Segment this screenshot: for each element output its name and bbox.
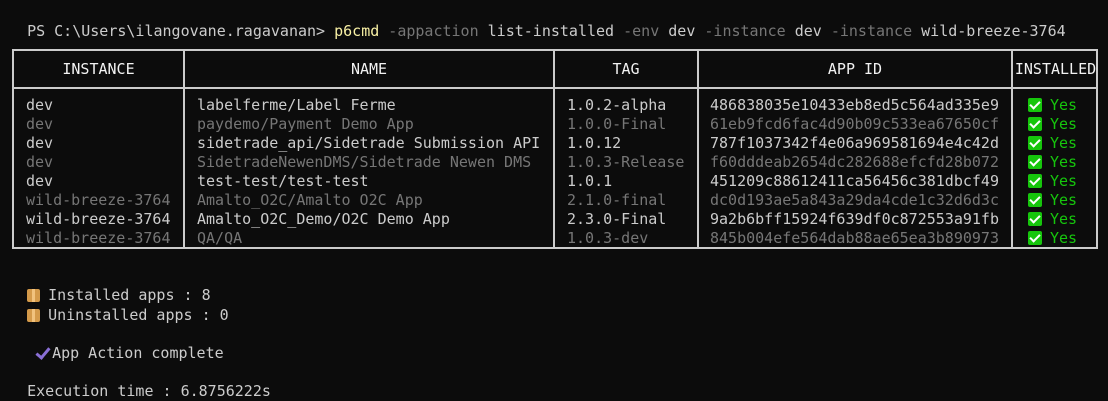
installed-apps-summary: Installed apps : 8 <box>9 265 211 304</box>
cell-app-id: f60dddeab2654dc282688efcfd28b072 <box>710 153 999 171</box>
table-row: dev paydemo/Payment Demo App 1.0.0-Final 61… <box>14 115 1096 134</box>
cell-app-id: 845b004efe564dab88ae65ea3b890973 <box>710 229 999 247</box>
execution-time-text: Execution time : 6.8756222s <box>27 382 271 400</box>
cell-name: test-test/test-test <box>197 172 369 190</box>
table-row: wild-breeze-3764 Amalto_O2C/Amalto O2C Ap… <box>14 191 1096 210</box>
cell-name: SidetradeNewenDMS/Sidetrade Newen DMS <box>197 153 532 171</box>
cell-instance: wild-breeze-3764 <box>26 229 171 247</box>
header-divider <box>14 87 1096 89</box>
cell-tag: 1.0.12 <box>567 134 622 152</box>
check-box-icon <box>1028 98 1042 112</box>
command-flag: -instance <box>821 22 922 40</box>
installed-value: Yes <box>1050 115 1078 133</box>
table-row: wild-breeze-3764 QA/QA 1.0.3-dev 845b004efe… <box>14 229 1096 248</box>
command-flag: -instance <box>695 22 795 40</box>
table-row: dev test-test/test-test 1.0.1 451209c886124… <box>14 172 1096 191</box>
installed-value: Yes <box>1050 96 1078 114</box>
header-tag: TAG <box>612 60 640 78</box>
cell-app-id: 486838035e10433eb8ed5c564ad335e9 <box>710 96 999 114</box>
command-flag: -env <box>614 22 669 40</box>
table-row: wild-breeze-3764 Amalto_O2C_Demo/O2C Demo… <box>14 210 1096 229</box>
check-box-icon <box>1028 174 1042 188</box>
command-line[interactable]: PS C:\Users\ilangovane.ragavanan> p6cmd … <box>9 1 1066 40</box>
cell-instance: dev <box>26 172 54 190</box>
cell-tag: 1.0.3-Release <box>567 153 685 171</box>
cell-instance: wild-breeze-3764 <box>26 191 171 209</box>
action-status-text: App Action complete <box>52 344 224 362</box>
cell-instance: dev <box>26 153 54 171</box>
cell-name: paydemo/Payment Demo App <box>197 115 414 133</box>
cell-installed: Yes <box>1028 115 1096 134</box>
cell-instance: dev <box>26 115 54 133</box>
cell-installed: Yes <box>1028 134 1096 153</box>
cell-app-id: 451209c88612411ca56456c381dbcf49 <box>710 172 999 190</box>
cell-name: labelferme/Label Ferme <box>197 96 396 114</box>
check-box-icon <box>1028 117 1042 131</box>
cell-name: Amalto_O2C/Amalto O2C App <box>197 191 423 209</box>
command-value: dev <box>794 22 822 40</box>
command-name: p6cmd <box>334 22 380 40</box>
installed-value: Yes <box>1050 229 1078 247</box>
cell-tag: 1.0.2-alpha <box>567 96 667 114</box>
package-icon <box>27 309 41 322</box>
check-box-icon <box>1028 212 1042 226</box>
cell-installed: Yes <box>1028 210 1096 229</box>
cell-name: Amalto_O2C_Demo/O2C Demo App <box>197 210 450 228</box>
installed-value: Yes <box>1050 210 1078 228</box>
cell-name: QA/QA <box>197 229 243 247</box>
installed-apps-table: INSTANCE NAME TAG APP ID INSTALLED dev la… <box>12 49 1098 249</box>
check-box-icon <box>1028 136 1042 150</box>
table-row: dev labelferme/Label Ferme 1.0.2-alpha 4868… <box>14 96 1096 115</box>
cell-instance: dev <box>26 134 54 152</box>
cell-app-id: 61eb9fcd6fac4d90b09c533ea67650cf <box>710 115 999 133</box>
installed-value: Yes <box>1050 134 1078 152</box>
header-name: NAME <box>350 60 388 78</box>
command-value: wild-breeze-3764 <box>921 22 1066 40</box>
cell-app-id: dc0d193ae5a843a29da4cde1c32d6d3c <box>710 191 999 209</box>
header-app-id: APP ID <box>827 60 883 78</box>
installed-value: Yes <box>1050 153 1078 171</box>
prompt-prefix: PS C:\Users\ilangovane.ragavanan> <box>27 22 335 40</box>
cell-instance: wild-breeze-3764 <box>26 210 171 228</box>
cell-installed: Yes <box>1028 172 1096 191</box>
cell-app-id: 9a2b6bff15924f639df0c872553a91fb <box>710 210 999 228</box>
cell-app-id: 787f1037342f4e06a969581694e4c42d <box>710 134 999 152</box>
check-box-icon <box>1028 155 1042 169</box>
check-box-icon <box>1028 231 1042 245</box>
installed-value: Yes <box>1050 172 1078 190</box>
cell-tag: 2.3.0-Final <box>567 210 667 228</box>
cell-tag: 1.0.3-dev <box>567 229 649 247</box>
cell-tag: 1.0.0-Final <box>567 115 667 133</box>
cell-installed: Yes <box>1028 191 1096 210</box>
check-box-icon <box>1028 193 1042 207</box>
action-status: App Action complete <box>8 323 224 362</box>
header-installed: INSTALLED <box>1014 60 1097 78</box>
check-mark-icon <box>34 345 50 361</box>
uninstalled-apps-text: Uninstalled apps : 0 <box>48 306 229 324</box>
installed-value: Yes <box>1050 191 1078 209</box>
cell-instance: dev <box>26 96 54 114</box>
cell-installed: Yes <box>1028 153 1096 172</box>
cell-tag: 2.1.0-final <box>567 191 667 209</box>
command-flag: -appaction <box>379 22 488 40</box>
cell-name: sidetrade_api/Sidetrade Submission API <box>197 134 541 152</box>
cell-installed: Yes <box>1028 96 1096 115</box>
header-instance: INSTANCE <box>62 60 135 78</box>
cell-tag: 1.0.1 <box>567 172 613 190</box>
execution-time: Execution time : 6.8756222s <box>9 361 271 400</box>
table-row: dev SidetradeNewenDMS/Sidetrade Newen DMS… <box>14 153 1096 172</box>
command-arguments: -appaction list-installed -env dev -inst… <box>379 22 1065 40</box>
table-row: dev sidetrade_api/Sidetrade Submission AP… <box>14 134 1096 153</box>
command-value: list-installed <box>487 22 615 40</box>
uninstalled-apps-summary: Uninstalled apps : 0 <box>9 285 229 324</box>
command-value: dev <box>668 22 696 40</box>
cell-installed: Yes <box>1028 229 1096 248</box>
